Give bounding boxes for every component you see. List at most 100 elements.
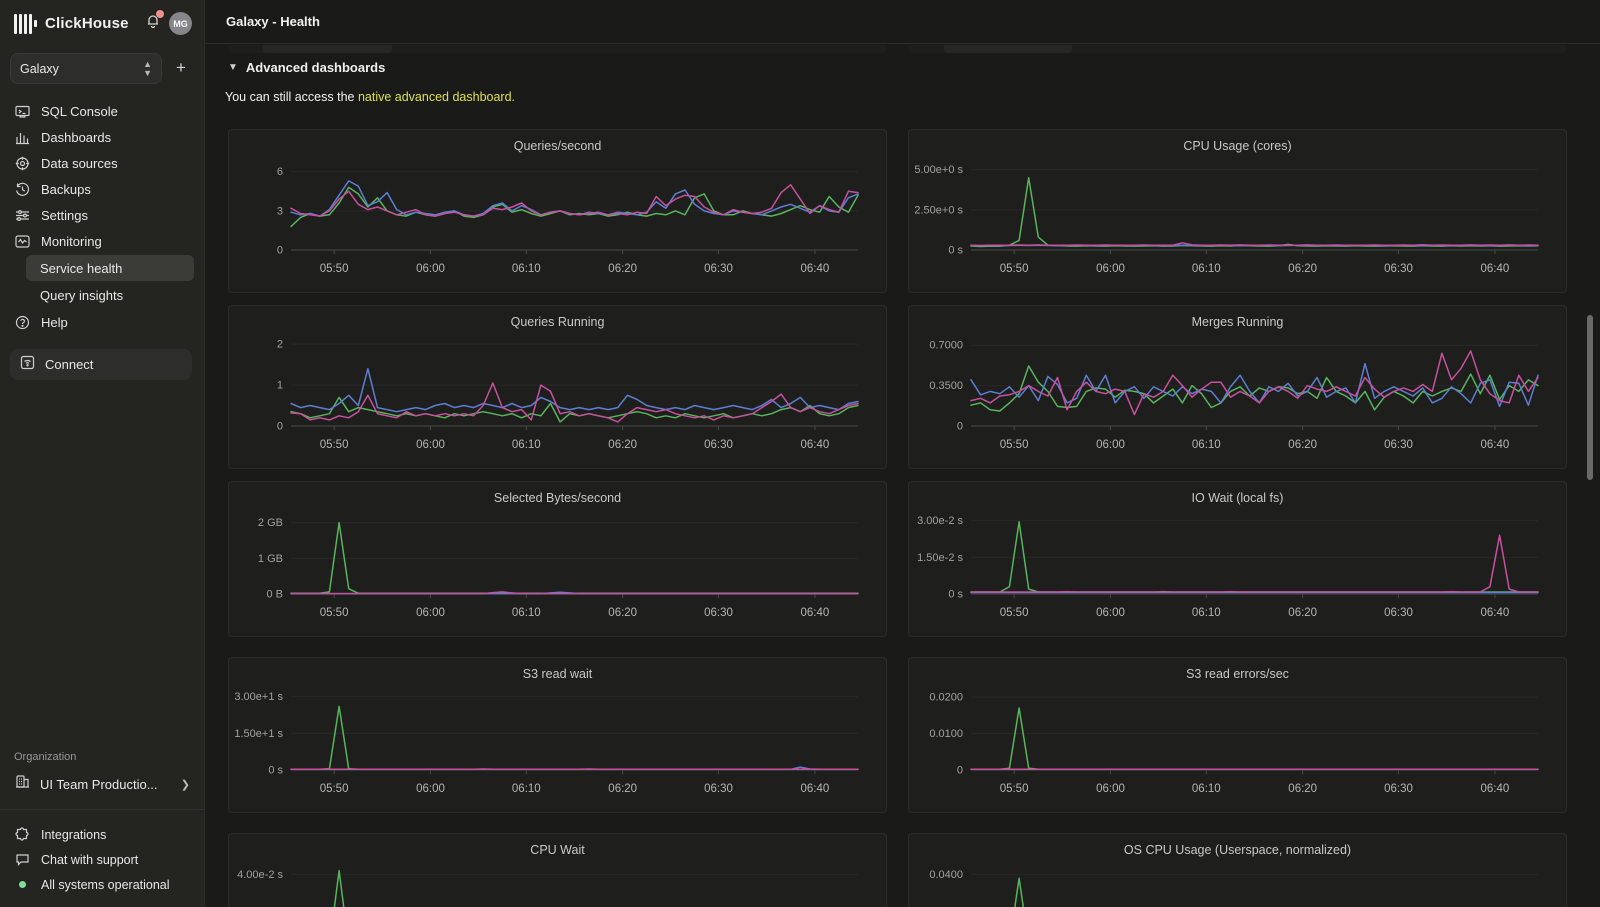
- svg-text:06:30: 06:30: [1384, 263, 1413, 275]
- chart-card[interactable]: Merges Running00.35000.700005:5006:0006:…: [908, 305, 1567, 469]
- terminal-icon: [15, 104, 30, 119]
- chart-canvas: 0 s2.00e-2 s4.00e-2 s05:5006:0006:1006:2…: [229, 834, 886, 907]
- sidebar-item-sql-console[interactable]: SQL Console: [0, 98, 204, 124]
- chart-card[interactable]: S3 read errors/sec00.01000.020005:5006:0…: [908, 657, 1567, 813]
- sidebar-item-data-sources[interactable]: Data sources: [0, 150, 204, 176]
- svg-text:06:20: 06:20: [1288, 439, 1317, 451]
- svg-text:0: 0: [957, 765, 963, 777]
- page-title: Galaxy - Health: [226, 14, 320, 29]
- svg-text:06:00: 06:00: [1096, 607, 1125, 619]
- add-service-button[interactable]: +: [170, 58, 192, 80]
- svg-text:0.3500: 0.3500: [929, 380, 963, 392]
- svg-text:1 GB: 1 GB: [258, 553, 283, 565]
- svg-text:0 B: 0 B: [266, 589, 283, 601]
- chart-canvas: 0 s1.50e+1 s3.00e+1 s05:5006:0006:1006:2…: [229, 658, 886, 812]
- svg-text:1.50e-2 s: 1.50e-2 s: [917, 552, 963, 564]
- svg-text:06:00: 06:00: [416, 263, 445, 275]
- svg-text:06:20: 06:20: [608, 439, 637, 451]
- sidebar-item-label: Query insights: [40, 288, 123, 303]
- chart-card[interactable]: CPU Wait0 s2.00e-2 s4.00e-2 s05:5006:000…: [228, 833, 887, 907]
- svg-text:06:30: 06:30: [704, 783, 733, 795]
- svg-text:06:10: 06:10: [1192, 263, 1221, 275]
- svg-text:06:20: 06:20: [608, 607, 637, 619]
- integrations-label: Integrations: [41, 828, 106, 842]
- sidebar-divider: [0, 809, 204, 810]
- svg-text:0.0400: 0.0400: [929, 869, 963, 881]
- svg-text:3.00e-2 s: 3.00e-2 s: [917, 515, 963, 527]
- chart-card[interactable]: CPU Usage (cores)0 s2.50e+0 s5.00e+0 s05…: [908, 129, 1567, 293]
- chart-card[interactable]: Selected Bytes/second0 B1 GB2 GB05:5006:…: [228, 481, 887, 637]
- svg-text:06:10: 06:10: [512, 263, 541, 275]
- svg-text:05:50: 05:50: [1000, 783, 1029, 795]
- notice-text: You can still access the: [225, 90, 358, 104]
- sidebar-item-integrations[interactable]: Integrations: [0, 822, 204, 847]
- svg-text:2.50e+0 s: 2.50e+0 s: [914, 204, 963, 216]
- notification-dot: [156, 10, 164, 18]
- sidebar-item-settings[interactable]: Settings: [0, 202, 204, 228]
- svg-text:0.7000: 0.7000: [929, 340, 963, 352]
- svg-text:0: 0: [277, 245, 283, 257]
- series-line-green: [971, 878, 1538, 907]
- svg-text:05:50: 05:50: [320, 607, 349, 619]
- scrolled-chip-fragment: [944, 45, 1072, 53]
- chevron-down-icon: ▼: [228, 62, 238, 73]
- sidebar-item-label: Service health: [40, 261, 122, 276]
- svg-text:4.00e-2 s: 4.00e-2 s: [237, 869, 283, 881]
- notifications-button[interactable]: [145, 13, 161, 34]
- svg-text:06:10: 06:10: [512, 783, 541, 795]
- sidebar-item-chat-support[interactable]: Chat with support: [0, 847, 204, 872]
- service-selector[interactable]: Galaxy ▲▼: [10, 53, 162, 84]
- svg-text:06:00: 06:00: [416, 783, 445, 795]
- series-line-green: [291, 706, 858, 769]
- chart-card[interactable]: Queries/second03605:5006:0006:1006:2006:…: [228, 129, 887, 293]
- svg-text:1.50e+1 s: 1.50e+1 s: [234, 728, 283, 740]
- chart-canvas: 00.35000.700005:5006:0006:1006:2006:3006…: [909, 306, 1566, 468]
- organization-switcher[interactable]: UI Team Productio... ❯: [0, 771, 204, 797]
- chart-card[interactable]: OS CPU Usage (Userspace, normalized)00.0…: [908, 833, 1567, 907]
- organization-name: UI Team Productio...: [40, 777, 171, 792]
- sidebar-item-query-insights[interactable]: Query insights: [26, 282, 194, 308]
- connect-icon: [20, 355, 35, 375]
- scrollbar-thumb[interactable]: [1587, 315, 1593, 480]
- organization-icon: [15, 774, 30, 794]
- svg-text:06:20: 06:20: [1288, 607, 1317, 619]
- svg-text:3: 3: [277, 205, 283, 217]
- native-dashboard-link[interactable]: native advanced dashboard.: [358, 90, 515, 104]
- status-text: All systems operational: [41, 878, 170, 892]
- svg-text:1: 1: [277, 380, 283, 392]
- series-line-blue: [291, 369, 858, 412]
- connect-button[interactable]: Connect: [10, 349, 192, 380]
- sidebar-item-label: SQL Console: [41, 104, 118, 119]
- svg-text:06:00: 06:00: [416, 607, 445, 619]
- svg-text:06:40: 06:40: [1481, 783, 1510, 795]
- chart-canvas: 01205:5006:0006:1006:2006:3006:40: [229, 306, 886, 468]
- svg-text:06:30: 06:30: [1384, 607, 1413, 619]
- chart-canvas: 0 s1.50e-2 s3.00e-2 s05:5006:0006:1006:2…: [909, 482, 1566, 636]
- svg-text:0: 0: [277, 421, 283, 433]
- avatar[interactable]: MG: [169, 12, 192, 35]
- sidebar-item-backups[interactable]: Backups: [0, 176, 204, 202]
- svg-text:06:10: 06:10: [1192, 439, 1221, 451]
- sidebar-item-label: Monitoring: [41, 234, 102, 249]
- sidebar-item-help[interactable]: Help: [0, 309, 204, 335]
- chart-card[interactable]: Queries Running01205:5006:0006:1006:2006…: [228, 305, 887, 469]
- sidebar-item-dashboards[interactable]: Dashboards: [0, 124, 204, 150]
- svg-text:05:50: 05:50: [320, 783, 349, 795]
- advanced-dashboards-toggle[interactable]: ▼ Advanced dashboards: [228, 60, 385, 75]
- svg-text:06:40: 06:40: [1481, 439, 1510, 451]
- system-status[interactable]: All systems operational: [0, 872, 204, 897]
- svg-text:06:20: 06:20: [1288, 263, 1317, 275]
- chat-bubble-icon: [15, 852, 30, 867]
- sidebar-footer: Organization UI Team Productio... ❯ Inte…: [0, 751, 204, 907]
- svg-text:05:50: 05:50: [1000, 263, 1029, 275]
- native-dashboard-notice: You can still access the native advanced…: [225, 90, 515, 104]
- sidebar-item-service-health[interactable]: Service health: [26, 255, 194, 281]
- sidebar-item-monitoring[interactable]: Monitoring: [0, 228, 204, 254]
- clickhouse-logo-icon: [14, 14, 37, 34]
- series-line-magenta: [971, 535, 1538, 592]
- chart-card[interactable]: IO Wait (local fs)0 s1.50e-2 s3.00e-2 s0…: [908, 481, 1567, 637]
- chart-card[interactable]: S3 read wait0 s1.50e+1 s3.00e+1 s05:5006…: [228, 657, 887, 813]
- backup-clock-icon: [15, 182, 30, 197]
- chart-canvas: 03605:5006:0006:1006:2006:3006:40: [229, 130, 886, 292]
- status-dot-icon: [19, 881, 26, 888]
